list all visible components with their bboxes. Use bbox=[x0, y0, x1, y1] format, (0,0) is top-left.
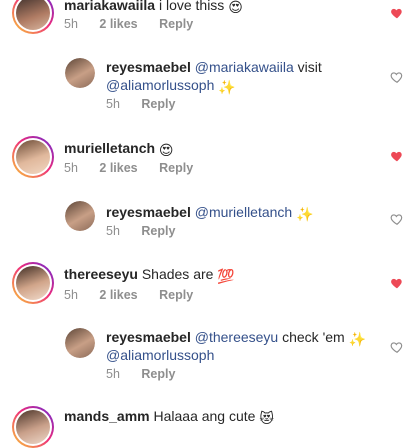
comment-text: i love thiss bbox=[158, 0, 225, 13]
reply-button[interactable]: Reply bbox=[159, 17, 193, 31]
comment-text: check 'em bbox=[282, 329, 345, 345]
comment-time: 5h bbox=[64, 17, 78, 31]
comment-username[interactable]: thereeseyu bbox=[64, 266, 138, 282]
reply-button[interactable]: Reply bbox=[141, 97, 175, 111]
avatar[interactable] bbox=[65, 201, 95, 231]
likes-count[interactable]: 2 likes bbox=[99, 17, 137, 31]
comment-username[interactable]: reyesmaebel bbox=[106, 329, 191, 345]
heart-filled-icon[interactable] bbox=[390, 276, 404, 290]
avatar[interactable] bbox=[12, 406, 54, 448]
mention-link[interactable]: @mariakawaiila bbox=[195, 59, 294, 75]
heart-eyes-cat-emoji: 😻 bbox=[259, 410, 274, 426]
heart-eyes-emoji: 😍 bbox=[228, 0, 243, 15]
avatar[interactable] bbox=[12, 262, 54, 304]
mention-link[interactable]: @aliamorlussoph bbox=[106, 77, 214, 93]
heart-outline-icon[interactable] bbox=[390, 70, 404, 84]
sparkles-emoji: ✨ bbox=[348, 331, 367, 347]
reply-button[interactable]: Reply bbox=[159, 288, 193, 302]
comment-text: Shades are bbox=[141, 266, 214, 282]
heart-outline-icon[interactable] bbox=[390, 212, 404, 226]
reply-button[interactable]: Reply bbox=[141, 224, 175, 238]
comment-time: 5h bbox=[106, 97, 120, 111]
avatar[interactable] bbox=[12, 136, 54, 178]
mention-link[interactable]: @murielletanch bbox=[195, 204, 292, 220]
comment-username[interactable]: mands_amm bbox=[64, 408, 150, 424]
likes-count[interactable]: 2 likes bbox=[99, 288, 137, 302]
mention-link[interactable]: @thereeseyu bbox=[195, 329, 278, 345]
comment-time: 5h bbox=[106, 367, 120, 381]
comment-username[interactable]: reyesmaebel bbox=[106, 204, 191, 220]
heart-outline-icon[interactable] bbox=[390, 340, 404, 354]
reply-button[interactable]: Reply bbox=[141, 367, 175, 381]
comment-text: Halaaa ang cute bbox=[153, 408, 256, 424]
reply-button[interactable]: Reply bbox=[159, 161, 193, 175]
comment-text: visit bbox=[297, 59, 322, 75]
comment-time: 5h bbox=[64, 161, 78, 175]
comment-time: 5h bbox=[106, 224, 120, 238]
sparkles-emoji: ✨ bbox=[296, 206, 314, 222]
comment-time: 5h bbox=[64, 288, 78, 302]
likes-count[interactable]: 2 likes bbox=[99, 161, 137, 175]
avatar[interactable] bbox=[65, 58, 95, 88]
heart-filled-icon[interactable] bbox=[390, 149, 404, 163]
comment-username[interactable]: mariakawaiila bbox=[64, 0, 155, 13]
sparkles-emoji: ✨ bbox=[218, 79, 236, 95]
avatar[interactable] bbox=[12, 0, 54, 34]
heart-eyes-emoji: 😍 bbox=[158, 142, 174, 158]
mention-link[interactable]: @aliamorlussoph bbox=[106, 347, 214, 363]
hundred-points-emoji: 💯 bbox=[217, 268, 235, 284]
avatar[interactable] bbox=[65, 328, 95, 358]
comment-username[interactable]: murielletanch bbox=[64, 140, 155, 156]
heart-filled-icon[interactable] bbox=[390, 6, 404, 20]
comment-username[interactable]: reyesmaebel bbox=[106, 59, 191, 75]
